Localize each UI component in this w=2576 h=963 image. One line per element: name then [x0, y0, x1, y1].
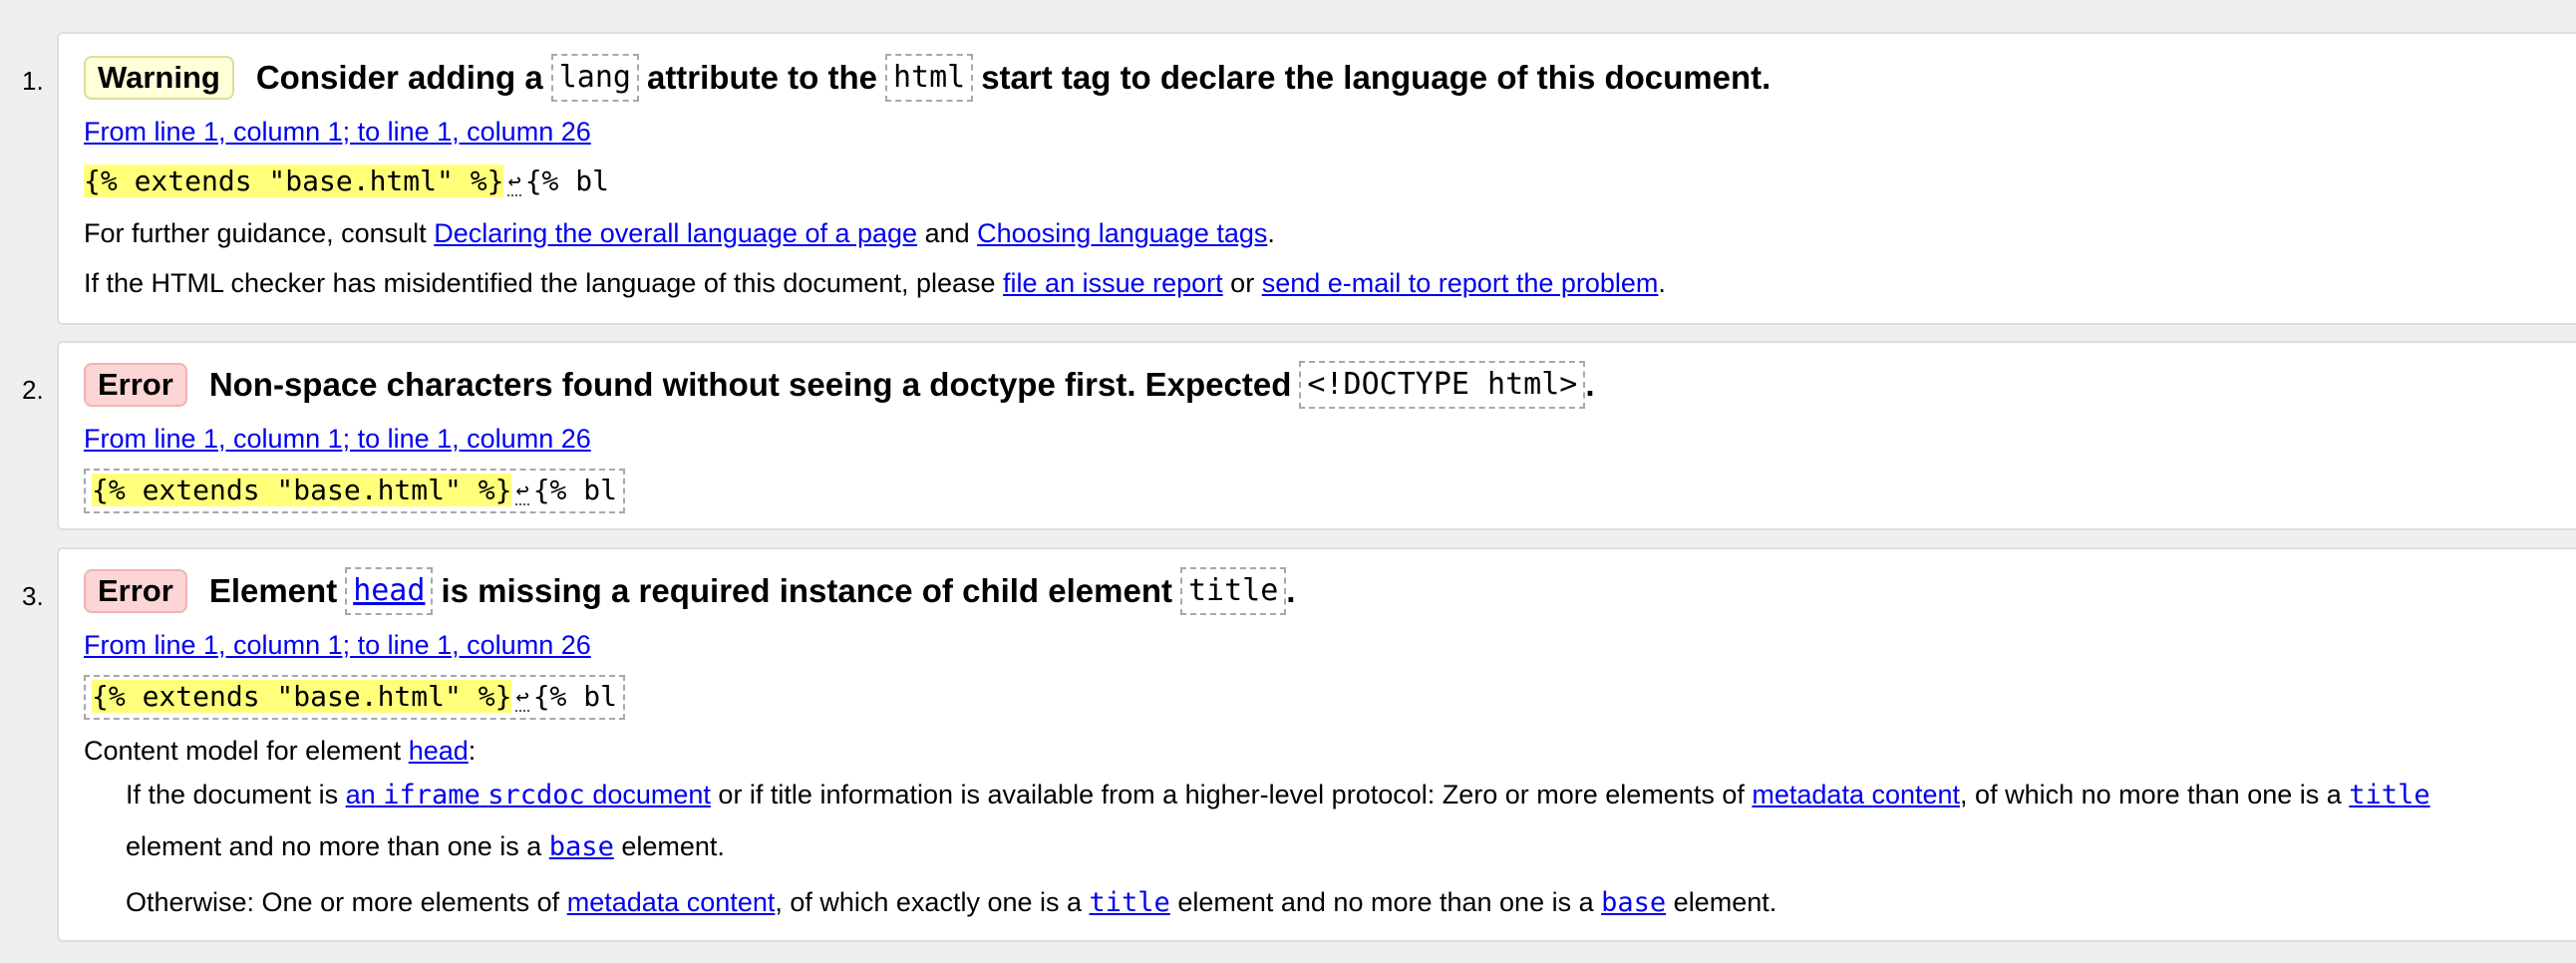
linefeed-icon: ↩ — [515, 685, 529, 712]
warning-badge: Warning — [84, 56, 234, 100]
heading-text: start tag to declare the language of thi… — [981, 59, 1771, 96]
iframe-srcdoc-link[interactable]: an iframe srcdoc document — [346, 780, 711, 810]
source-extract: {% extends "base.html" %} ↩ {% bl — [84, 161, 609, 202]
message-item: 3. Error Element head is missing a requi… — [22, 547, 2576, 942]
extract-rest: {% bl — [532, 680, 617, 713]
heading-text: Consider adding a — [255, 59, 543, 96]
send-email-link[interactable]: send e-mail to report the problem — [1262, 268, 1659, 298]
extract-highlight: {% extends "base.html" %} — [84, 164, 504, 197]
message-index: 1. — [22, 66, 44, 96]
heading-text: . — [1585, 366, 1595, 403]
message-item: 2. Error Non-space characters found with… — [22, 341, 2576, 530]
code-doctype: <!DOCTYPE html> — [1299, 361, 1586, 409]
content-model-para1-line2: element and no more than one is a base e… — [126, 831, 725, 862]
title-element-link[interactable]: title — [2349, 780, 2429, 810]
content-model-para2: Otherwise: One or more elements of metad… — [126, 887, 1777, 918]
heading-text: is missing a required instance of child … — [441, 572, 1172, 609]
metadata-content-link[interactable]: metadata content — [1752, 780, 1960, 809]
guidance-text: For further guidance, consult Declaring … — [84, 218, 1275, 248]
file-issue-link[interactable]: file an issue report — [1003, 268, 1223, 298]
metadata-content-link[interactable]: metadata content — [567, 887, 776, 917]
heading-text: attribute to the — [646, 59, 877, 96]
content-model-para1-line1: If the document is an iframe srcdoc docu… — [126, 780, 2430, 810]
linefeed-icon: ↩ — [507, 169, 521, 196]
content-model-title: Content model for element head: — [84, 736, 477, 766]
extract-rest: {% bl — [532, 474, 617, 506]
linefeed-icon: ↩ — [515, 479, 529, 505]
message-index: 3. — [22, 581, 44, 611]
code-head-link[interactable]: head — [345, 567, 434, 615]
source-extract: {% extends "base.html" %} ↩ {% bl — [84, 469, 625, 513]
message-index: 2. — [22, 375, 44, 405]
content-model-head-link[interactable]: head — [409, 736, 469, 766]
error-badge: Error — [84, 363, 187, 407]
heading-text: Non-space characters found without seein… — [208, 366, 1292, 403]
error-badge: Error — [84, 569, 187, 613]
declaring-language-link[interactable]: Declaring the overall language of a page — [434, 218, 917, 248]
message-heading: Error Element head is missing a required… — [84, 567, 1295, 615]
base-element-link[interactable]: base — [1601, 887, 1666, 918]
code-html: html — [884, 54, 974, 102]
message-heading: Error Non-space characters found without… — [84, 361, 1595, 409]
location-link[interactable]: From line 1, column 1; to line 1, column… — [84, 627, 591, 663]
location-link[interactable]: From line 1, column 1; to line 1, column… — [84, 114, 591, 150]
extract-rest: {% bl — [524, 164, 609, 197]
extract-highlight: {% extends "base.html" %} — [92, 474, 512, 506]
title-element-link[interactable]: title — [1090, 887, 1170, 918]
misidentified-text: If the HTML checker has misidentified th… — [84, 268, 1666, 298]
heading-text: Element — [208, 572, 338, 609]
heading-text: . — [1286, 572, 1296, 609]
source-extract: {% extends "base.html" %} ↩ {% bl — [84, 675, 625, 720]
code-lang: lang — [550, 54, 639, 102]
base-element-link[interactable]: base — [549, 831, 614, 862]
choosing-language-tags-link[interactable]: Choosing language tags — [977, 218, 1267, 248]
message-heading: Warning Consider adding a lang attribute… — [84, 54, 1771, 102]
message-item: 1. Warning Consider adding a lang attrib… — [22, 32, 2576, 325]
code-title: title — [1179, 567, 1287, 615]
location-link[interactable]: From line 1, column 1; to line 1, column… — [84, 421, 591, 457]
extract-highlight: {% extends "base.html" %} — [92, 680, 512, 713]
